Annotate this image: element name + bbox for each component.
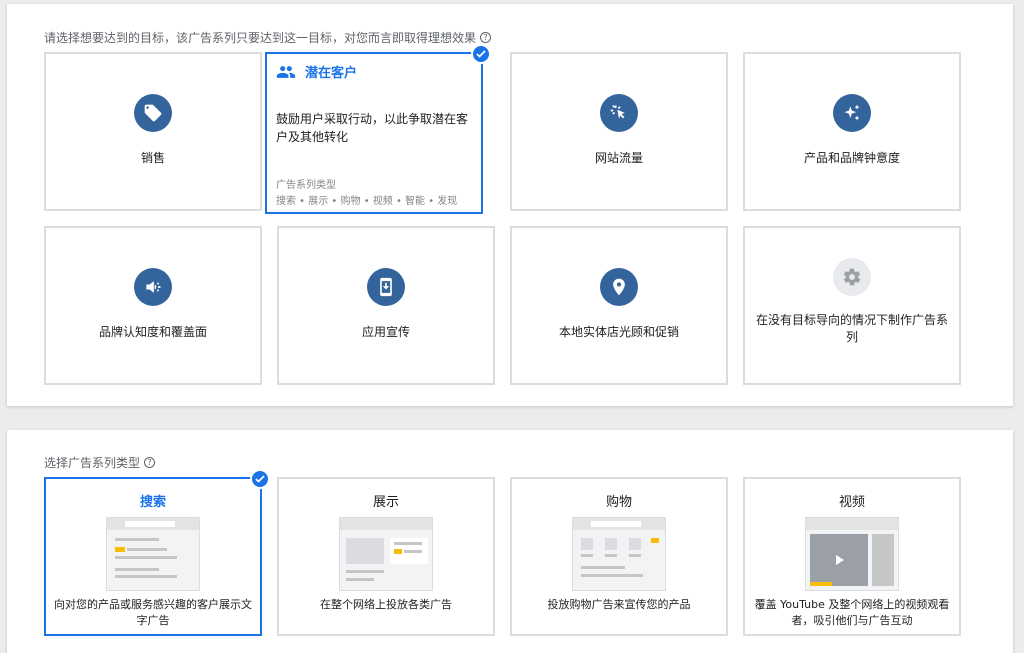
goal-card-leads[interactable]: 潜在客户 鼓励用户采取行动，以此争取潜在客户及其他转化 广告系列类型 搜索 • … — [265, 44, 491, 214]
megaphone-icon — [134, 268, 172, 306]
goal-leads-title: 潜在客户 — [305, 66, 358, 81]
goal-label-app-promotion: 应用宣传 — [361, 325, 410, 339]
shopping-ad-illustration — [572, 517, 666, 591]
check-icon — [471, 44, 491, 64]
type-title-display: 展示 — [372, 495, 399, 510]
help-icon[interactable]: ? — [480, 32, 492, 43]
sparkle-icon — [833, 94, 871, 132]
check-icon — [250, 469, 270, 489]
display-ad-illustration — [339, 517, 433, 591]
goal-leads-types-label: 广告系列类型 — [276, 180, 336, 191]
campaign-type-panel: 选择广告系列类型 ? 搜索 向对您的产品或服务感兴趣的客户展示文字广告 展示 在… — [7, 430, 1013, 653]
location-pin-icon — [600, 268, 638, 306]
goal-prompt-text: 请选择想要达到的目标，该广告系列只要达到这一目标，对您而言即取得理想效果 — [44, 31, 477, 45]
type-card-display[interactable]: 展示 在整个网络上投放各类广告 — [277, 477, 495, 636]
goal-label-brand-awareness: 品牌认知度和覆盖面 — [98, 325, 207, 339]
video-ad-illustration — [805, 517, 899, 591]
type-prompt-text: 选择广告系列类型 — [44, 456, 141, 470]
phone-download-icon — [367, 268, 405, 306]
goal-card-sales[interactable]: 销售 — [44, 52, 262, 211]
goal-leads-description: 鼓励用户采取行动，以此争取潜在客户及其他转化 — [276, 112, 469, 144]
goal-selection-panel: 请选择想要达到的目标，该广告系列只要达到这一目标，对您而言即取得理想效果 ? 销… — [7, 4, 1013, 406]
goal-label-brand-consideration: 产品和品牌钟意度 — [803, 151, 900, 165]
type-desc-display: 在整个网络上投放各类广告 — [320, 598, 452, 611]
type-title-shopping: 购物 — [605, 495, 632, 510]
goal-prompt: 请选择想要达到的目标，该广告系列只要达到这一目标，对您而言即取得理想效果 ? — [44, 29, 492, 46]
cursor-click-icon — [600, 94, 638, 132]
type-title-video: 视频 — [838, 495, 865, 510]
type-prompt: 选择广告系列类型 ? — [44, 454, 156, 471]
type-title-search: 搜索 — [139, 495, 166, 510]
goal-card-brand-awareness[interactable]: 品牌认知度和覆盖面 — [44, 226, 262, 385]
type-card-video[interactable]: 视频 覆盖 YouTube 及整个网络上的视频观看者，吸引他们与广告互动 — [743, 477, 961, 636]
gear-icon — [833, 258, 871, 296]
goal-leads-header: 潜在客户 — [276, 62, 357, 81]
goal-label-website-traffic: 网站流量 — [594, 151, 643, 165]
type-desc-video: 覆盖 YouTube 及整个网络上的视频观看者，吸引他们与广告互动 — [754, 598, 950, 627]
goal-label-local-store: 本地实体店光顾和促销 — [558, 325, 679, 339]
type-desc-search: 向对您的产品或服务感兴趣的客户展示文字广告 — [54, 598, 252, 627]
people-icon — [276, 65, 296, 78]
type-card-shopping[interactable]: 购物 投放购物广告来宣传您的产品 — [510, 477, 728, 636]
goal-leads-types: 搜索 • 展示 • 购物 • 视频 • 智能 • 发现 — [276, 196, 458, 207]
help-icon[interactable]: ? — [144, 457, 156, 468]
type-card-search[interactable]: 搜索 向对您的产品或服务感兴趣的客户展示文字广告 — [44, 469, 270, 636]
goal-label-no-goal: 在没有目标导向的情况下制作广告系列 — [755, 313, 948, 344]
goal-card-no-goal[interactable]: 在没有目标导向的情况下制作广告系列 — [743, 226, 961, 385]
tag-icon — [134, 94, 172, 132]
type-desc-shopping: 投放购物广告来宣传您的产品 — [547, 598, 691, 611]
goal-card-app-promotion[interactable]: 应用宣传 — [277, 226, 495, 385]
goal-card-brand-consideration[interactable]: 产品和品牌钟意度 — [743, 52, 961, 211]
goal-label-sales: 销售 — [140, 151, 165, 165]
goal-card-local-store[interactable]: 本地实体店光顾和促销 — [510, 226, 728, 385]
play-icon — [810, 534, 868, 586]
search-ad-illustration — [106, 517, 200, 591]
goal-card-website-traffic[interactable]: 网站流量 — [510, 52, 728, 211]
